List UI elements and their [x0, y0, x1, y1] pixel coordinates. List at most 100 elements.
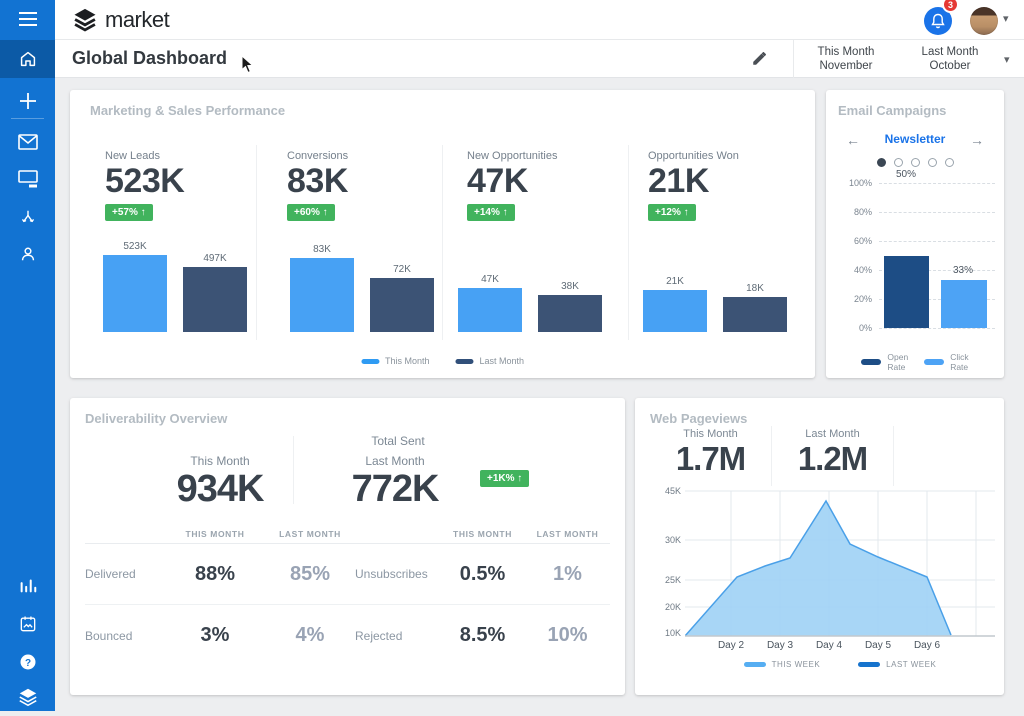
sidebar-item-contacts[interactable]: [0, 235, 55, 273]
sidebar-divider: [11, 118, 44, 119]
legend-swatch: [924, 359, 944, 365]
kpi-opportunities-won: Opportunities Won 21K +12% ↑: [648, 150, 739, 221]
carousel-dot[interactable]: [911, 158, 920, 167]
period-selector: This Month November Last Month October ▾: [793, 40, 1024, 78]
legend-open-rate: OpenRate: [861, 352, 908, 372]
logo-text: market: [105, 7, 169, 33]
page-title: Global Dashboard: [72, 48, 227, 69]
home-icon: [17, 48, 39, 70]
sidebar-item-analytics[interactable]: [0, 566, 55, 604]
divider: [256, 145, 257, 340]
table-header-row: THIS MONTH LAST MONTH THIS MONTH LAST MO…: [85, 524, 610, 544]
chart-legend: OpenRate ClickRate: [826, 352, 1004, 372]
sidebar-item-home[interactable]: [0, 40, 55, 78]
up-arrow-icon: ↑: [517, 473, 522, 484]
legend-this-week: THIS WEEK: [744, 660, 821, 669]
card-email-campaigns: Email Campaigns ← Newsletter → 100% 80% …: [826, 90, 1004, 378]
legend-last-week: LAST WEEK: [858, 660, 936, 669]
monitor-icon: [18, 170, 38, 188]
person-icon: [18, 244, 38, 264]
card-title: Email Campaigns: [838, 103, 946, 118]
split-test-icon: [18, 208, 38, 228]
pageviews-last-month: Last Month 1.2M: [772, 426, 894, 486]
sidebar-item-landing-pages[interactable]: [0, 160, 55, 198]
email-bar-chart: 100% 80% 60% 40% 20% 0% 50% 33%: [834, 178, 996, 328]
topbar: market 3 ▾: [55, 0, 1024, 40]
period-this-month[interactable]: This Month November: [794, 40, 898, 78]
carousel-dot[interactable]: [877, 158, 886, 167]
card-deliverability-overview: Deliverability Overview Total Sent This …: [70, 398, 625, 695]
bar-this-month: [643, 290, 707, 332]
mouse-cursor: [241, 55, 254, 79]
carousel-dot[interactable]: [928, 158, 937, 167]
help-icon: ?: [18, 652, 38, 672]
bar-this-month: [103, 255, 167, 332]
account-chevron-down-icon[interactable]: ▾: [1003, 12, 1009, 25]
x-axis-labels: Day 2 Day 3 Day 4 Day 5 Day 6: [685, 640, 995, 652]
carousel-next-icon[interactable]: →: [970, 132, 984, 148]
bar-last-month: [538, 295, 602, 332]
card-title: Web Pageviews: [650, 411, 747, 426]
up-arrow-icon: ↑: [503, 207, 508, 218]
legend-this-month: This Month: [361, 356, 430, 366]
period-last-month[interactable]: Last Month October: [898, 40, 1002, 78]
total-sent-label: Total Sent: [293, 434, 503, 448]
bell-icon: [931, 13, 945, 29]
sidebar-item-mail[interactable]: [0, 123, 55, 161]
period-chevron-down-icon[interactable]: ▾: [1004, 53, 1010, 66]
legend-last-month: Last Month: [456, 356, 525, 366]
this-week-area: [685, 501, 951, 636]
bar-this-month: [458, 288, 522, 332]
table-row: Bounced 3% 4% Rejected 8.5% 10%: [85, 605, 610, 666]
divider: [628, 145, 629, 340]
bar-group-new-opportunities: 47K 38K: [458, 274, 602, 332]
layers-icon: [17, 686, 39, 708]
sent-this-month: This Month 934K: [145, 454, 295, 511]
carousel-dot[interactable]: [945, 158, 954, 167]
sidebar-item-calendar[interactable]: [0, 605, 55, 643]
svg-text:?: ?: [24, 658, 30, 669]
sidebar-item-ab-test[interactable]: [0, 199, 55, 237]
delta-badge: +57% ↑: [105, 204, 153, 221]
click-rate-bar: [941, 280, 987, 328]
bar-group-new-leads: 523K 497K: [103, 241, 247, 332]
carousel-dots: [826, 158, 1004, 167]
chart-legend: THIS WEEK LAST WEEK: [685, 660, 995, 669]
up-arrow-icon: ↑: [684, 207, 689, 218]
up-arrow-icon: ↑: [141, 207, 146, 218]
sidebar-item-add[interactable]: [0, 82, 55, 120]
card-marketing-sales-performance: Marketing & Sales Performance New Leads …: [70, 90, 815, 378]
divider: [442, 145, 443, 340]
sidebar-item-layers[interactable]: [0, 678, 55, 716]
legend-swatch: [744, 662, 766, 667]
open-rate-value: 50%: [883, 169, 929, 180]
avatar[interactable]: [970, 7, 998, 35]
table-row: Delivered 88% 85% Unsubscribes 0.5% 1%: [85, 544, 610, 605]
legend-swatch: [456, 359, 474, 364]
bar-last-month: [370, 278, 434, 332]
bar-group-conversions: 83K 72K: [290, 244, 434, 332]
campaign-carousel: ← Newsletter →: [826, 132, 1004, 150]
bar-group-opportunities-won: 21K 18K: [643, 276, 787, 332]
delta-badge: +14% ↑: [467, 204, 515, 221]
sidebar-item-help[interactable]: ?: [0, 643, 55, 681]
carousel-dot[interactable]: [894, 158, 903, 167]
bar-last-month: [183, 267, 247, 332]
pencil-icon: [751, 49, 769, 67]
up-arrow-icon: ↑: [323, 207, 328, 218]
card-web-pageviews: Web Pageviews This Month 1.7M Last Month…: [635, 398, 1004, 695]
menu-icon[interactable]: [0, 0, 55, 38]
app-logo: market: [71, 6, 169, 34]
open-rate-bar: [884, 256, 929, 328]
kpi-new-leads: New Leads 523K +57% ↑: [105, 150, 184, 221]
legend-swatch: [858, 662, 880, 667]
plus-icon: [18, 91, 38, 111]
pageviews-area-chart: [685, 490, 995, 637]
sent-last-month: Last Month 772K: [315, 454, 475, 511]
pageviews-this-month: This Month 1.7M: [650, 426, 772, 486]
edit-dashboard-button[interactable]: [751, 49, 771, 69]
page-header: Global Dashboard This Month November Las…: [55, 40, 1024, 78]
bar-this-month: [290, 258, 354, 332]
delta-badge: +1K% ↑: [480, 470, 529, 487]
kpi-conversions: Conversions 83K +60% ↑: [287, 150, 348, 221]
